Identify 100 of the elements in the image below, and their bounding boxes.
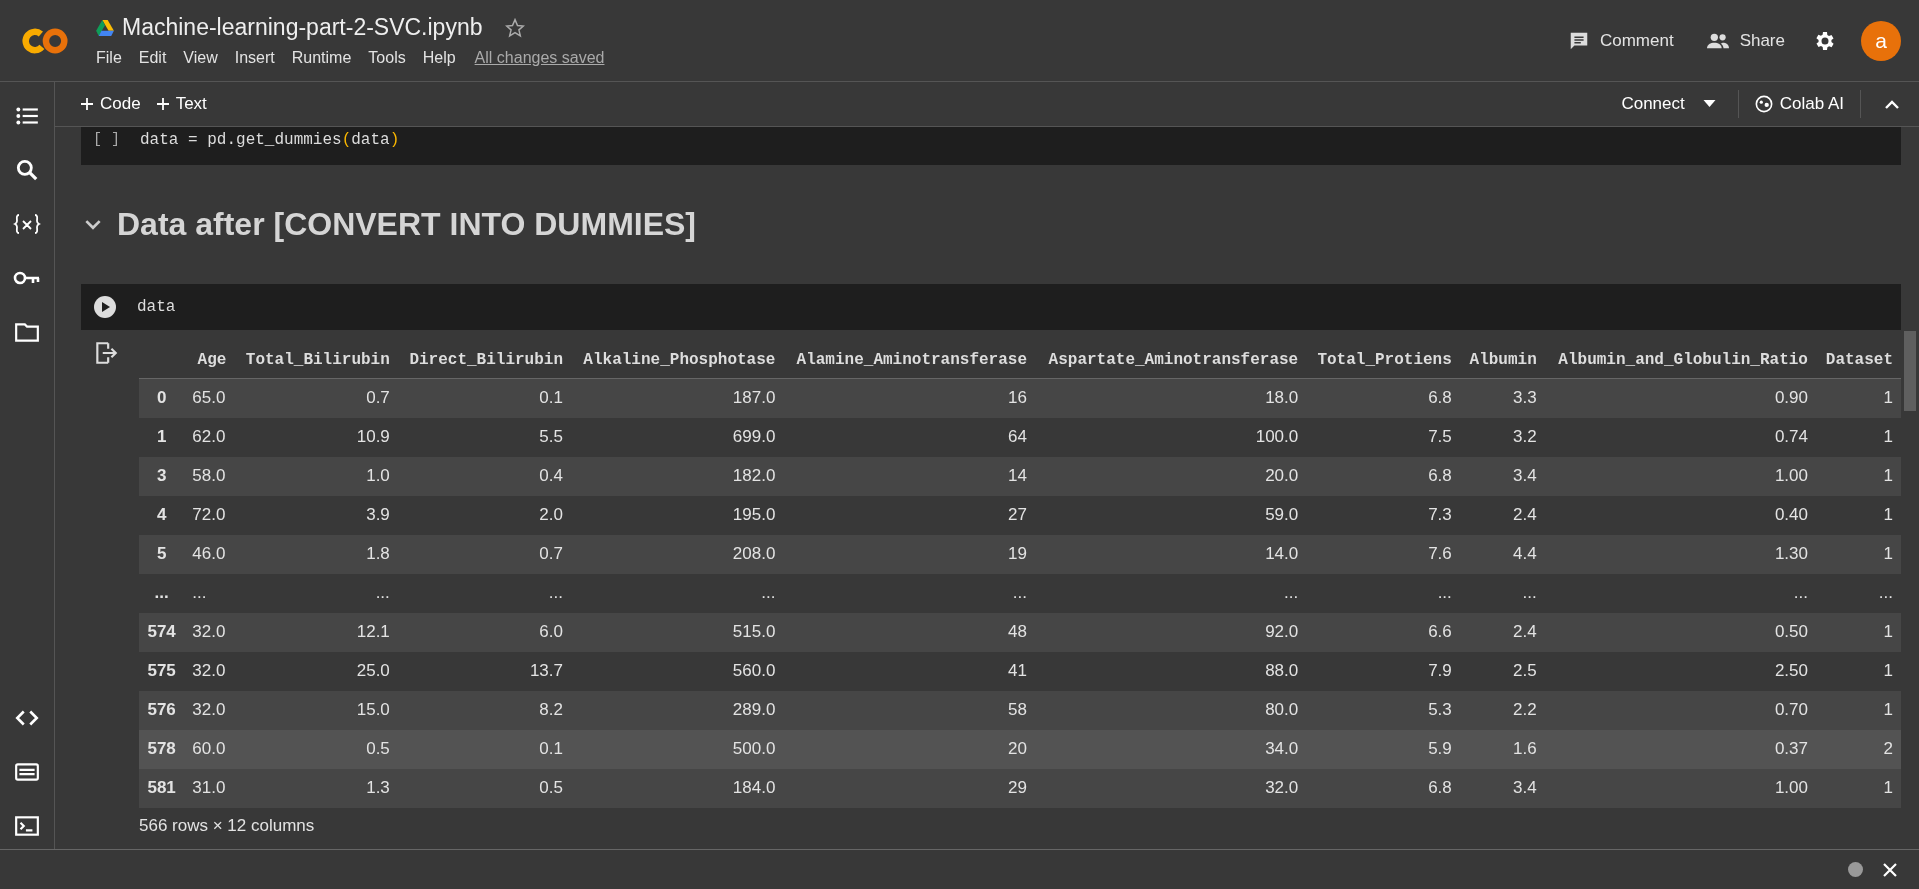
table-cell: 2 xyxy=(1815,729,1901,769)
connect-button[interactable]: Connect xyxy=(1613,90,1693,118)
caret-icon[interactable] xyxy=(1702,100,1716,108)
menu-item[interactable]: File xyxy=(96,49,122,67)
chevron-up-icon[interactable] xyxy=(1885,99,1899,109)
column-header: Dataset xyxy=(1815,340,1901,379)
table-cell: 699.0 xyxy=(571,417,784,457)
table-cell: 27 xyxy=(783,495,1035,535)
row-index: 0 xyxy=(139,378,185,418)
table-cell: 64 xyxy=(783,417,1035,457)
table-cell: 6.8 xyxy=(1306,456,1460,496)
comment-button[interactable]: Comment xyxy=(1563,25,1678,56)
table-cell: 32.0 xyxy=(184,651,235,691)
table-cell: 6.8 xyxy=(1306,768,1460,808)
table-cell: 0.5 xyxy=(397,768,571,808)
table-cell: 1 xyxy=(1815,651,1901,691)
table-cell: 12.1 xyxy=(234,612,398,652)
column-header: Alamine_Aminotransferase xyxy=(783,340,1035,379)
table-cell: 0.4 xyxy=(397,456,571,496)
table-cell: 515.0 xyxy=(571,612,784,652)
menu-item[interactable]: Insert xyxy=(234,49,275,67)
row-index: 578 xyxy=(139,729,185,769)
table-cell: 187.0 xyxy=(571,378,784,418)
table-cell: 0.74 xyxy=(1544,417,1816,457)
menu-item[interactable]: Runtime xyxy=(291,49,352,67)
column-header: Total_Bilirubin xyxy=(234,340,398,379)
row-index: 574 xyxy=(139,612,185,652)
table-cell: 1.00 xyxy=(1544,456,1816,496)
menu-item[interactable]: Edit xyxy=(138,49,167,67)
table-cell: 0.5 xyxy=(234,729,398,769)
table-cell: 0.7 xyxy=(234,378,398,418)
code-line: data = pd.get_dummies(data) xyxy=(140,131,400,149)
code-cell[interactable]: data xyxy=(81,284,1901,330)
menu-item[interactable]: Help xyxy=(422,49,456,67)
colab-ai-icon xyxy=(1754,95,1773,113)
share-button[interactable]: Share xyxy=(1701,25,1789,56)
table-cell: 560.0 xyxy=(571,651,784,691)
table-cell: 8.2 xyxy=(397,690,571,730)
table-cell: 1.0 xyxy=(234,456,398,496)
code-line: data xyxy=(137,298,176,316)
section-heading: Data after [CONVERT INTO DUMMIES] xyxy=(117,206,696,243)
table-cell: 5.3 xyxy=(1306,690,1460,730)
table-cell: 48 xyxy=(783,612,1035,652)
table-cell: ... xyxy=(397,573,571,613)
table-cell: 59.0 xyxy=(1035,495,1307,535)
table-cell: 1 xyxy=(1815,612,1901,652)
output-icon[interactable] xyxy=(93,340,119,366)
column-header: Total_Protiens xyxy=(1306,340,1460,379)
table-cell: 1.3 xyxy=(234,768,398,808)
save-status-link[interactable]: All changes saved xyxy=(474,49,605,67)
table-cell: ... xyxy=(783,573,1035,613)
row-index: 581 xyxy=(139,768,185,808)
column-header: Alkaline_Phosphotase xyxy=(571,340,784,379)
notebook-title[interactable]: Machine-learning-part-2-SVC.ipynb xyxy=(122,14,483,41)
table-cell: 7.9 xyxy=(1306,651,1460,691)
table-cell: 2.4 xyxy=(1459,495,1545,535)
table-cell: 3.2 xyxy=(1459,417,1545,457)
plus-icon xyxy=(156,98,169,110)
terminal-icon[interactable] xyxy=(14,813,40,839)
table-cell: 7.5 xyxy=(1306,417,1460,457)
column-header: Age xyxy=(184,340,235,379)
table-cell: 6.6 xyxy=(1306,612,1460,652)
table-cell: ... xyxy=(234,573,398,613)
collapse-chevron-icon[interactable] xyxy=(85,219,101,230)
table-cell: 31.0 xyxy=(184,768,235,808)
menu-item[interactable]: Tools xyxy=(368,49,406,67)
table-cell: 1 xyxy=(1815,456,1901,496)
star-icon[interactable] xyxy=(504,17,525,38)
search-icon[interactable] xyxy=(14,157,40,183)
colab-ai-button[interactable]: Colab AI xyxy=(1746,90,1852,118)
table-cell: 41 xyxy=(783,651,1035,691)
table-cell: 62.0 xyxy=(184,417,235,457)
table-cell: 1.00 xyxy=(1544,768,1816,808)
table-cell: 58 xyxy=(783,690,1035,730)
table-cell: 3.3 xyxy=(1459,378,1545,418)
table-cell: 0.37 xyxy=(1544,729,1816,769)
run-button-icon[interactable] xyxy=(93,295,117,319)
table-cell: ... xyxy=(1544,573,1816,613)
close-icon[interactable] xyxy=(1883,862,1897,877)
menu-item[interactable]: View xyxy=(183,49,218,67)
add-cell-button[interactable]: Code xyxy=(73,90,149,118)
table-cell: 3.9 xyxy=(234,495,398,535)
table-cell: 14 xyxy=(783,456,1035,496)
table-cell: 32.0 xyxy=(1035,768,1307,808)
variables-icon[interactable] xyxy=(13,211,41,237)
table-cell: 10.9 xyxy=(234,417,398,457)
table-cell: ... xyxy=(1815,573,1901,613)
drive-icon xyxy=(96,19,114,36)
table-cell: 100.0 xyxy=(1035,417,1307,457)
code-cell[interactable]: [ ] data = pd.get_dummies(data) xyxy=(81,127,1901,165)
table-cell: 7.3 xyxy=(1306,495,1460,535)
logo-icon[interactable] xyxy=(22,26,68,55)
add-cell-button[interactable]: Text xyxy=(148,90,215,118)
scrollbar-thumb[interactable] xyxy=(1904,331,1916,411)
table-cell: 1 xyxy=(1815,495,1901,535)
table-cell: 182.0 xyxy=(571,456,784,496)
table-cell: 1 xyxy=(1815,378,1901,418)
table-cell: 1 xyxy=(1815,417,1901,457)
table-cell: ... xyxy=(1306,573,1460,613)
table-cell: 15.0 xyxy=(234,690,398,730)
